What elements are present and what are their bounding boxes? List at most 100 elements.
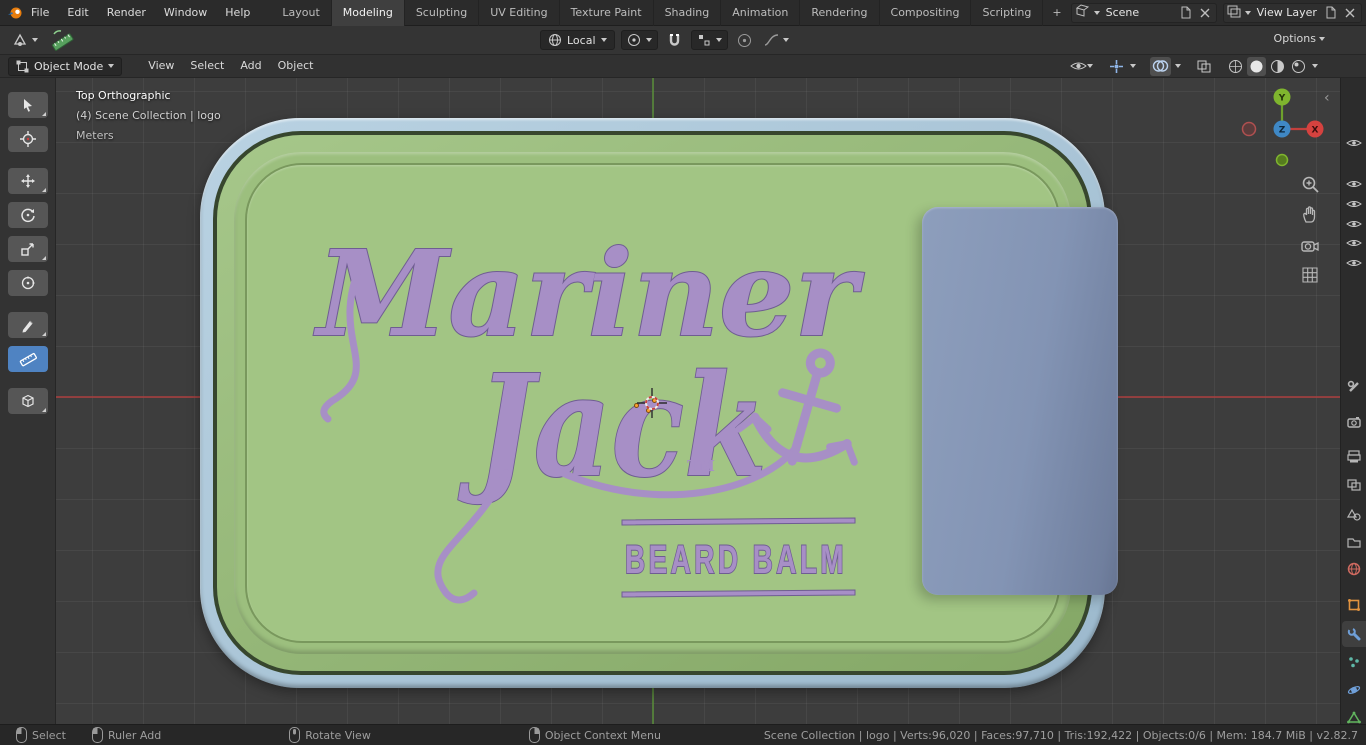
workspace-tab-shading[interactable]: Shading — [654, 0, 722, 26]
options-dropdown[interactable]: Options — [1271, 30, 1328, 47]
gizmo-toggle[interactable] — [1107, 57, 1126, 76]
properties-tab-physics[interactable] — [1342, 677, 1366, 703]
shading-settings-dropdown[interactable] — [1310, 57, 1320, 76]
3d-cursor — [637, 388, 667, 418]
workspace-tab-animation[interactable]: Animation — [721, 0, 801, 26]
menu-edit[interactable]: Edit — [58, 0, 97, 25]
new-scene-icon[interactable] — [1178, 5, 1194, 21]
toggle-perspective-grid-button[interactable] — [1297, 262, 1323, 288]
visibility-eye-icon[interactable] — [1346, 138, 1362, 148]
chevron-down-icon — [108, 64, 115, 68]
workspace-tab-uv-editing[interactable]: UV Editing — [479, 0, 560, 26]
tool-add-cube[interactable] — [7, 388, 48, 414]
snap-settings-dropdown[interactable] — [690, 30, 728, 50]
shading-material-button[interactable] — [1268, 57, 1287, 76]
tool-transform[interactable] — [7, 270, 48, 296]
pan-hand-button[interactable] — [1297, 201, 1323, 227]
mode-label: Object Mode — [34, 59, 104, 73]
menu-select[interactable]: Select — [182, 55, 232, 77]
mode-dropdown[interactable]: Object Mode — [8, 56, 123, 76]
object-visibility-dropdown[interactable] — [1068, 57, 1095, 76]
label-plane-object[interactable] — [922, 207, 1118, 595]
workspace-tab-compositing[interactable]: Compositing — [880, 0, 972, 26]
menu-file[interactable]: File — [22, 0, 58, 25]
editor-type-dropdown[interactable] — [8, 30, 41, 50]
view-layer-selector[interactable]: View Layer — [1222, 2, 1362, 23]
blender-logo-icon[interactable] — [6, 5, 22, 21]
proportional-editing-toggle[interactable] — [734, 31, 755, 50]
tool-select-box[interactable] — [7, 92, 48, 118]
menu-window[interactable]: Window — [155, 0, 216, 25]
visibility-eye-icon[interactable] — [1346, 199, 1362, 209]
menu-help[interactable]: Help — [216, 0, 259, 25]
logo-artwork[interactable]: Mariner Jack TM BEARD BALM — [206, 163, 966, 703]
tool-scale[interactable] — [7, 236, 48, 262]
blender-window: File Edit Render Window Help Layout Mode… — [0, 0, 1366, 745]
visibility-eye-icon[interactable] — [1346, 179, 1362, 189]
chevron-down-icon — [600, 38, 607, 42]
visibility-eye-icon[interactable] — [1346, 219, 1362, 229]
properties-tab-particles[interactable] — [1342, 649, 1366, 675]
properties-tab-output[interactable] — [1342, 443, 1366, 469]
proportional-falloff-dropdown[interactable] — [761, 31, 792, 49]
menu-view[interactable]: View — [140, 55, 182, 77]
overlays-toggle[interactable] — [1150, 56, 1171, 76]
3d-viewport[interactable]: Mariner Jack TM BEARD BALM Top Orthograp… — [56, 78, 1340, 724]
workspace-tab-rendering[interactable]: Rendering — [800, 0, 880, 26]
chevron-down-icon — [715, 38, 722, 42]
xray-toggle[interactable] — [1195, 57, 1214, 76]
properties-tab-tool[interactable] — [1342, 374, 1366, 400]
axis-x-negative-handle[interactable] — [1241, 121, 1257, 137]
pivot-point-dropdown[interactable] — [620, 30, 658, 50]
properties-tab-modifiers[interactable] — [1342, 621, 1366, 647]
subtool-indicator — [41, 256, 46, 260]
workspace-tab-scripting[interactable]: Scripting — [971, 0, 1044, 26]
snap-toggle[interactable] — [664, 31, 685, 50]
camera-view-button[interactable] — [1297, 232, 1323, 258]
view-layer-name[interactable]: View Layer — [1254, 6, 1320, 19]
axis-y-negative-handle[interactable] — [1275, 153, 1289, 167]
shading-wireframe-button[interactable] — [1226, 57, 1245, 76]
tool-rotate[interactable] — [7, 202, 48, 228]
shading-rendered-button[interactable] — [1289, 57, 1308, 76]
workspace-tab-layout[interactable]: Layout — [271, 0, 332, 26]
workspace-tab-sculpting[interactable]: Sculpting — [405, 0, 480, 26]
zoom-button[interactable] — [1297, 171, 1323, 197]
properties-tab-render[interactable] — [1342, 409, 1366, 435]
tool-measure[interactable] — [7, 346, 48, 372]
transform-orientation-dropdown[interactable]: Local — [540, 30, 615, 50]
workspace-tab-texture-paint[interactable]: Texture Paint — [560, 0, 654, 26]
tool-annotate[interactable] — [7, 312, 48, 338]
axis-x-label: X — [1312, 126, 1319, 136]
add-workspace-button[interactable]: + — [1043, 0, 1070, 26]
visibility-eye-icon[interactable] — [1346, 238, 1362, 248]
tool-cursor[interactable] — [7, 126, 48, 152]
scene-name[interactable]: Scene — [1103, 6, 1175, 19]
mouse-left-drag-icon — [91, 727, 103, 743]
shading-solid-button[interactable] — [1247, 56, 1266, 76]
properties-tab-world[interactable] — [1342, 556, 1366, 582]
properties-tab-view-layer[interactable] — [1342, 472, 1366, 498]
scene-selector[interactable]: Scene — [1070, 2, 1217, 23]
properties-tab-scene[interactable] — [1342, 501, 1366, 527]
navigation-gizmo[interactable]: Y X Z — [1236, 83, 1328, 175]
new-view-layer-icon[interactable] — [1323, 5, 1339, 21]
workspace-tabs: Layout Modeling Sculpting UV Editing Tex… — [271, 0, 1070, 26]
overlays-settings-dropdown[interactable] — [1173, 57, 1183, 76]
region-collapse-arrow[interactable]: ‹ — [1324, 90, 1330, 106]
workspace-tab-modeling[interactable]: Modeling — [331, 0, 405, 26]
menu-add[interactable]: Add — [232, 55, 269, 77]
chevron-down-icon — [782, 38, 789, 42]
gizmo-settings-dropdown[interactable] — [1128, 57, 1138, 76]
status-bar: Select Ruler Add Rotate View Object Cont… — [0, 724, 1366, 745]
scene-browse-icon[interactable] — [1075, 4, 1091, 21]
menu-object[interactable]: Object — [270, 55, 322, 77]
magnet-icon — [669, 33, 679, 46]
tool-move[interactable] — [7, 168, 48, 194]
visibility-eye-icon[interactable] — [1346, 258, 1362, 268]
unlink-scene-icon[interactable] — [1197, 5, 1213, 21]
menu-render[interactable]: Render — [98, 0, 155, 25]
properties-tab-collection[interactable] — [1342, 529, 1366, 555]
remove-view-layer-icon[interactable] — [1342, 5, 1358, 21]
properties-tab-object[interactable] — [1342, 592, 1366, 618]
